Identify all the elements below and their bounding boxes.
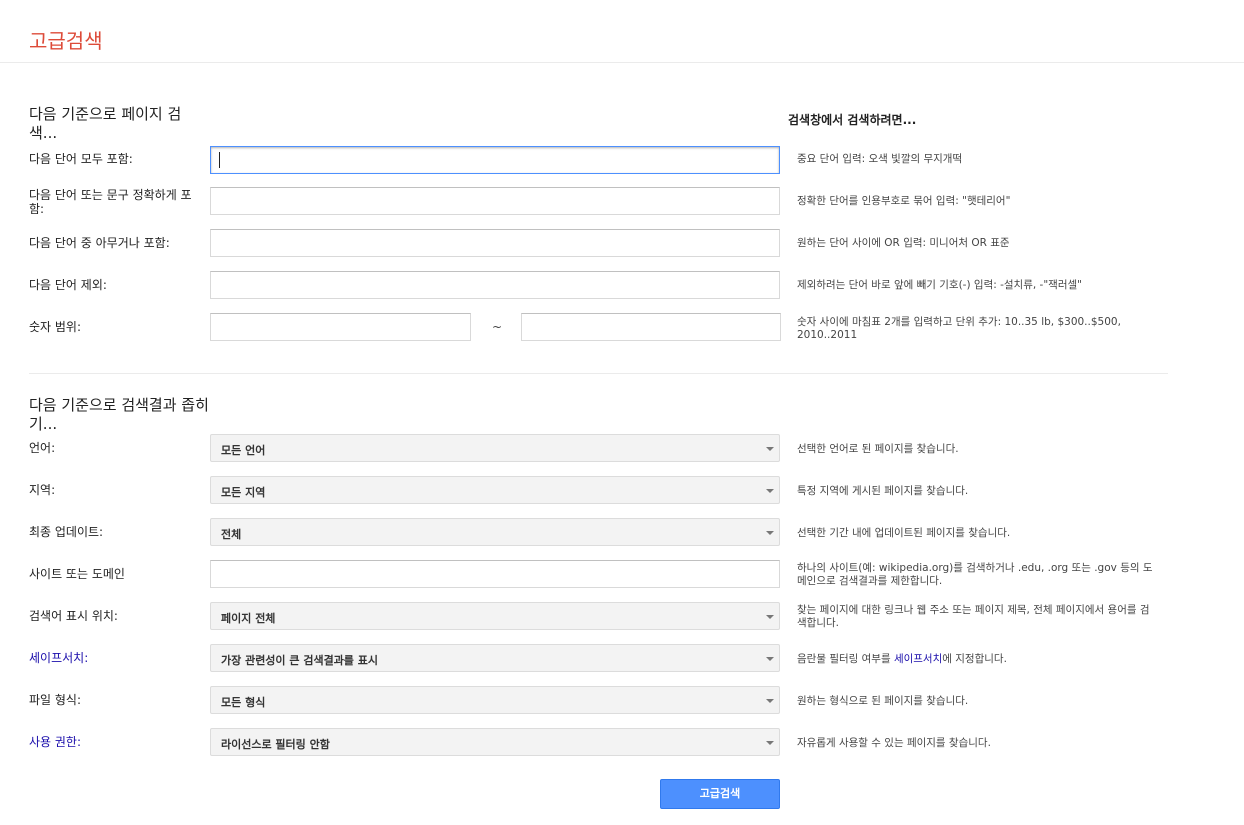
help-region: 특정 지역에 게시된 페이지를 찾습니다. — [797, 485, 969, 497]
label-last-updated: 최종 업데이트: — [29, 525, 104, 539]
none-words-input[interactable] — [210, 271, 780, 299]
terms-appearing-select[interactable]: 페이지 전체 — [210, 602, 780, 630]
text-caret — [219, 152, 220, 168]
help-usage-rights: 자유롭게 사용할 수 있는 페이지를 찾습니다. — [797, 737, 991, 749]
file-type-select[interactable]: 모든 형식 — [210, 686, 780, 714]
exact-phrase-input[interactable] — [210, 187, 780, 215]
safesearch-select-value: 가장 관련성이 큰 검색결과를 표시 — [221, 654, 378, 667]
chevron-down-icon — [766, 531, 774, 535]
advanced-search-button[interactable]: 고급검색 — [660, 779, 780, 809]
help-any-words: 원하는 단어 사이에 OR 입력: 미니어처 OR 표준 — [797, 237, 1010, 249]
help-number-range: 숫자 사이에 마침표 2개를 입력하고 단위 추가: 10..35 lb, $3… — [797, 316, 1121, 341]
section-divider — [29, 373, 1168, 374]
usage-rights-link[interactable]: 사용 권한: — [29, 735, 204, 749]
help-file-type: 원하는 형식으로 된 페이지를 찾습니다. — [797, 695, 969, 707]
usage-rights-select[interactable]: 라이선스로 필터링 안함 — [210, 728, 780, 756]
label-any-words: 다음 단어 중 아무거나 포함: — [29, 236, 170, 250]
help-none-words: 제외하려는 단어 바로 앞에 빼기 기호(-) 입력: -설치류, -"잭러셀" — [797, 279, 1082, 291]
help-safesearch: 음란물 필터링 여부를 세이프서치에 지정합니다. — [797, 653, 1157, 666]
chevron-down-icon — [766, 489, 774, 493]
label-language: 언어: — [29, 441, 56, 455]
label-none-words: 다음 단어 제외: — [29, 278, 107, 292]
safesearch-link[interactable]: 세이프서치: — [29, 651, 204, 665]
help-terms-appearing: 찾는 페이지에 대한 링크나 웹 주소 또는 페이지 제목, 전체 페이지에서 … — [797, 604, 1150, 629]
label-terms-appearing: 검색어 표시 위치: — [29, 609, 118, 623]
chevron-down-icon — [766, 447, 774, 451]
safesearch-select[interactable]: 가장 관련성이 큰 검색결과를 표시 — [210, 644, 780, 672]
chevron-down-icon — [766, 657, 774, 661]
help-safesearch-pre: 음란물 필터링 여부를 — [797, 653, 894, 665]
last-updated-select-value: 전체 — [221, 528, 242, 541]
help-heading: 검색창에서 검색하려면... — [788, 113, 917, 127]
range-from-input[interactable] — [210, 313, 471, 341]
help-exact-phrase: 정확한 단어를 인용부호로 묶어 입력: "햇테리어" — [797, 195, 1011, 207]
language-select[interactable]: 모든 언어 — [210, 434, 780, 462]
label-region: 지역: — [29, 483, 56, 497]
label-exact-phrase: 다음 단어 또는 문구 정확하게 포함: — [29, 188, 192, 216]
help-language: 선택한 언어로 된 페이지를 찾습니다. — [797, 443, 959, 455]
region-select-value: 모든 지역 — [221, 486, 266, 499]
help-safesearch-link[interactable]: 세이프서치 — [894, 653, 942, 665]
chevron-down-icon — [766, 615, 774, 619]
range-separator: ~ — [492, 320, 503, 334]
label-file-type: 파일 형식: — [29, 693, 82, 707]
label-number-range: 숫자 범위: — [29, 320, 82, 334]
usage-rights-select-value: 라이선스로 필터링 안함 — [221, 738, 330, 751]
label-all-words: 다음 단어 모두 포함: — [29, 152, 133, 166]
range-to-input[interactable] — [521, 313, 781, 341]
help-last-updated: 선택한 기간 내에 업데이트된 페이지를 찾습니다. — [797, 527, 1011, 539]
chevron-down-icon — [766, 699, 774, 703]
section-heading-narrow-results: 다음 기준으로 검색결과 좁히기... — [29, 396, 209, 433]
help-safesearch-post: 에 지정합니다. — [942, 653, 1007, 665]
page-title: 고급검색 — [29, 29, 103, 54]
header: 고급검색 — [0, 0, 1244, 63]
all-words-input[interactable] — [210, 146, 780, 174]
terms-appearing-select-value: 페이지 전체 — [221, 612, 276, 625]
chevron-down-icon — [766, 741, 774, 745]
file-type-select-value: 모든 형식 — [221, 696, 266, 709]
site-domain-input[interactable] — [210, 560, 780, 588]
last-updated-select[interactable]: 전체 — [210, 518, 780, 546]
help-site-domain: 하나의 사이트(예: wikipedia.org)를 검색하거나 .edu, .… — [797, 562, 1153, 587]
any-words-input[interactable] — [210, 229, 780, 257]
language-select-value: 모든 언어 — [221, 444, 266, 457]
label-site-domain: 사이트 또는 도메인 — [29, 567, 125, 581]
help-all-words: 중요 단어 입력: 오색 빛깔의 무지개떡 — [797, 153, 963, 165]
section-heading-find-pages: 다음 기준으로 페이지 검색... — [29, 105, 182, 142]
region-select[interactable]: 모든 지역 — [210, 476, 780, 504]
